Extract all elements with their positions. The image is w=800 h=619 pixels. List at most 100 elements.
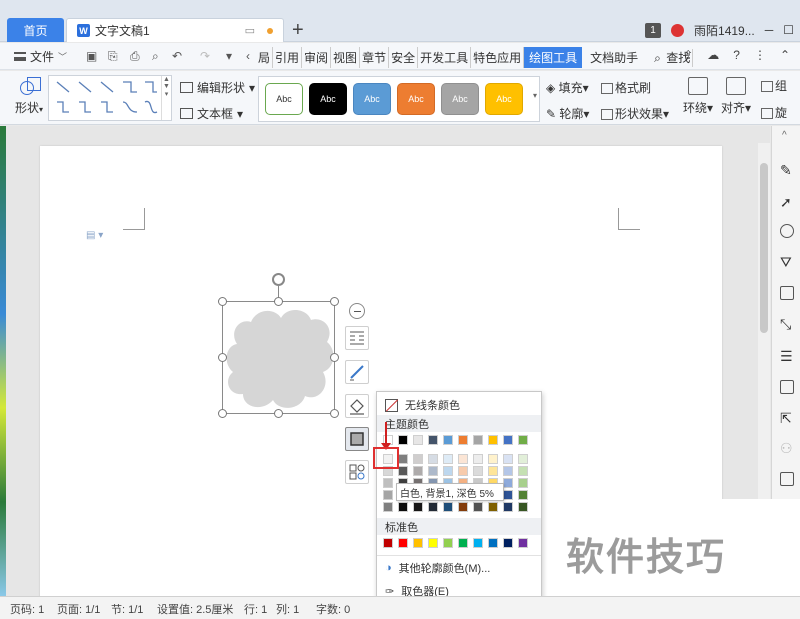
resize-handle-w[interactable]	[218, 353, 227, 362]
pencil-icon[interactable]: ✎	[780, 162, 794, 178]
menu-tab-section[interactable]: 章节	[360, 47, 390, 68]
theme-shade-swatch[interactable]	[473, 454, 483, 464]
outline-button[interactable]: ✎ 轮廓▾	[546, 105, 589, 122]
collapse-ribbon-icon[interactable]: ⌃	[780, 48, 790, 62]
theme-shade-swatch[interactable]	[488, 454, 498, 464]
theme-shade-swatch[interactable]	[458, 502, 468, 512]
edit-shape-button[interactable]: 编辑形状 ▾	[180, 79, 255, 96]
transform-icon[interactable]: ⤡	[780, 316, 794, 332]
theme-shade-swatch[interactable]	[428, 454, 438, 464]
menu-tab-review[interactable]: 审阅	[302, 47, 332, 68]
cloud-shape-selection[interactable]	[218, 297, 339, 418]
theme-shade-swatch[interactable]	[473, 466, 483, 476]
no-line-color-option[interactable]: 无线条颜色	[377, 394, 541, 416]
theme-color-swatch[interactable]	[503, 435, 513, 445]
theme-shade-swatch[interactable]	[518, 454, 528, 464]
theme-color-swatch[interactable]	[413, 435, 423, 445]
scrollbar-thumb[interactable]	[760, 163, 768, 333]
settings-sliders-icon[interactable]: ☰	[780, 348, 794, 364]
menu-tab-view[interactable]: 视图	[331, 47, 361, 68]
save-icon[interactable]: ▣	[86, 49, 97, 63]
standard-color-swatch[interactable]	[413, 538, 423, 548]
theme-shade-swatch[interactable]	[503, 466, 513, 476]
theme-shade-swatch[interactable]	[413, 502, 423, 512]
minimize-icon[interactable]: ─	[765, 23, 774, 37]
panel-collapse-icon[interactable]: ^	[782, 130, 787, 141]
line-shape-gallery[interactable]: ▲ ▼ ▾	[48, 75, 172, 121]
resize-handle-s[interactable]	[274, 409, 283, 418]
theme-color-swatch[interactable]	[428, 435, 438, 445]
more-outline-colors-option[interactable]: ◑ 其他轮廓颜色(M)...	[377, 557, 541, 579]
cloud-shape[interactable]	[223, 302, 336, 415]
cursor-icon[interactable]: ➚	[780, 194, 794, 210]
resize-handle-ne[interactable]	[330, 297, 339, 306]
status-pages[interactable]: 页面: 1/1	[57, 601, 100, 617]
align-button[interactable]: 对齐▾	[721, 77, 751, 116]
menu-tab-references[interactable]: 引用	[273, 47, 303, 68]
theme-shade-swatch[interactable]	[428, 502, 438, 512]
cloud-icon[interactable]: ☁	[707, 48, 719, 62]
theme-shade-swatch[interactable]	[488, 466, 498, 476]
document-icon[interactable]	[780, 472, 794, 486]
theme-shade-swatch[interactable]	[518, 490, 528, 500]
help-icon[interactable]: ?	[733, 48, 740, 62]
user-avatar-icon[interactable]	[671, 23, 685, 37]
status-column[interactable]: 列: 1	[276, 601, 299, 617]
theme-shade-swatch[interactable]	[413, 466, 423, 476]
theme-shade-swatch[interactable]	[383, 502, 393, 512]
format-painter-button[interactable]: 格式刷	[601, 79, 669, 96]
theme-color-swatch[interactable]	[458, 435, 468, 445]
fill-icon[interactable]: ⛛	[780, 254, 794, 270]
shape-outline-button[interactable]	[345, 427, 369, 451]
resize-handle-n[interactable]	[274, 297, 283, 306]
fill-button[interactable]: ◈ 填充▾	[546, 79, 589, 96]
status-section[interactable]: 节: 1/1	[111, 601, 143, 617]
theme-shade-swatch[interactable]	[443, 466, 453, 476]
shape-style-1[interactable]: Abc	[265, 83, 303, 115]
theme-shade-swatch[interactable]	[458, 466, 468, 476]
theme-shade-swatch[interactable]	[503, 490, 513, 500]
theme-color-swatch[interactable]	[518, 435, 528, 445]
shape-style-2[interactable]: Abc	[309, 83, 347, 115]
theme-shade-swatch[interactable]	[428, 466, 438, 476]
image-icon[interactable]	[780, 380, 794, 394]
new-tab-button[interactable]: +	[292, 19, 304, 42]
tab-home[interactable]: 首页	[7, 18, 64, 42]
tab-document[interactable]: W 文字文稿1 ▭	[66, 18, 284, 42]
menu-tab-doc-helper[interactable]: 文档助手	[582, 47, 646, 68]
standard-color-swatch[interactable]	[503, 538, 513, 548]
quick-access-more-icon[interactable]: ▾	[226, 49, 232, 63]
scroll-left-icon[interactable]: ‹	[246, 49, 250, 63]
textbox-button[interactable]: 文本框 ▾	[180, 105, 255, 122]
window-count-badge[interactable]: 1	[645, 22, 662, 38]
shape-fill-button[interactable]	[345, 394, 369, 418]
resize-handle-e[interactable]	[330, 353, 339, 362]
standard-color-swatch[interactable]	[473, 538, 483, 548]
paragraph-layout-icon[interactable]: ▤ ▾	[86, 230, 103, 241]
gallery-scroll[interactable]: ▲ ▼ ▾	[161, 76, 171, 120]
theme-shade-swatch[interactable]	[398, 502, 408, 512]
undo-icon[interactable]: ↶	[172, 49, 182, 63]
theme-shade-swatch[interactable]	[488, 502, 498, 512]
share-icon[interactable]: ⇪	[683, 48, 693, 62]
status-row[interactable]: 行: 1	[244, 601, 267, 617]
table-icon[interactable]	[780, 286, 794, 300]
monitor-icon[interactable]: ▭	[245, 24, 255, 37]
theme-shade-swatch[interactable]	[413, 454, 423, 464]
resize-handle-nw[interactable]	[218, 297, 227, 306]
theme-shade-swatch[interactable]	[383, 478, 393, 488]
theme-color-swatch[interactable]	[398, 435, 408, 445]
theme-shade-swatch[interactable]	[443, 454, 453, 464]
shape-outline-pen-button[interactable]	[345, 360, 369, 384]
shape-button[interactable]: 形状▾	[12, 77, 46, 116]
group-button[interactable]: 组	[761, 77, 787, 94]
theme-shade-swatch[interactable]	[518, 502, 528, 512]
resize-handle-se[interactable]	[330, 409, 339, 418]
user-name[interactable]: 雨陌1419...	[694, 22, 755, 39]
resize-handle-sw[interactable]	[218, 409, 227, 418]
collapse-toolbar-icon[interactable]	[349, 303, 365, 319]
theme-color-swatch[interactable]	[488, 435, 498, 445]
wrap-button[interactable]: 环绕▾	[683, 77, 713, 116]
theme-shade-swatch[interactable]	[473, 502, 483, 512]
menu-tab-security[interactable]: 安全	[389, 47, 419, 68]
